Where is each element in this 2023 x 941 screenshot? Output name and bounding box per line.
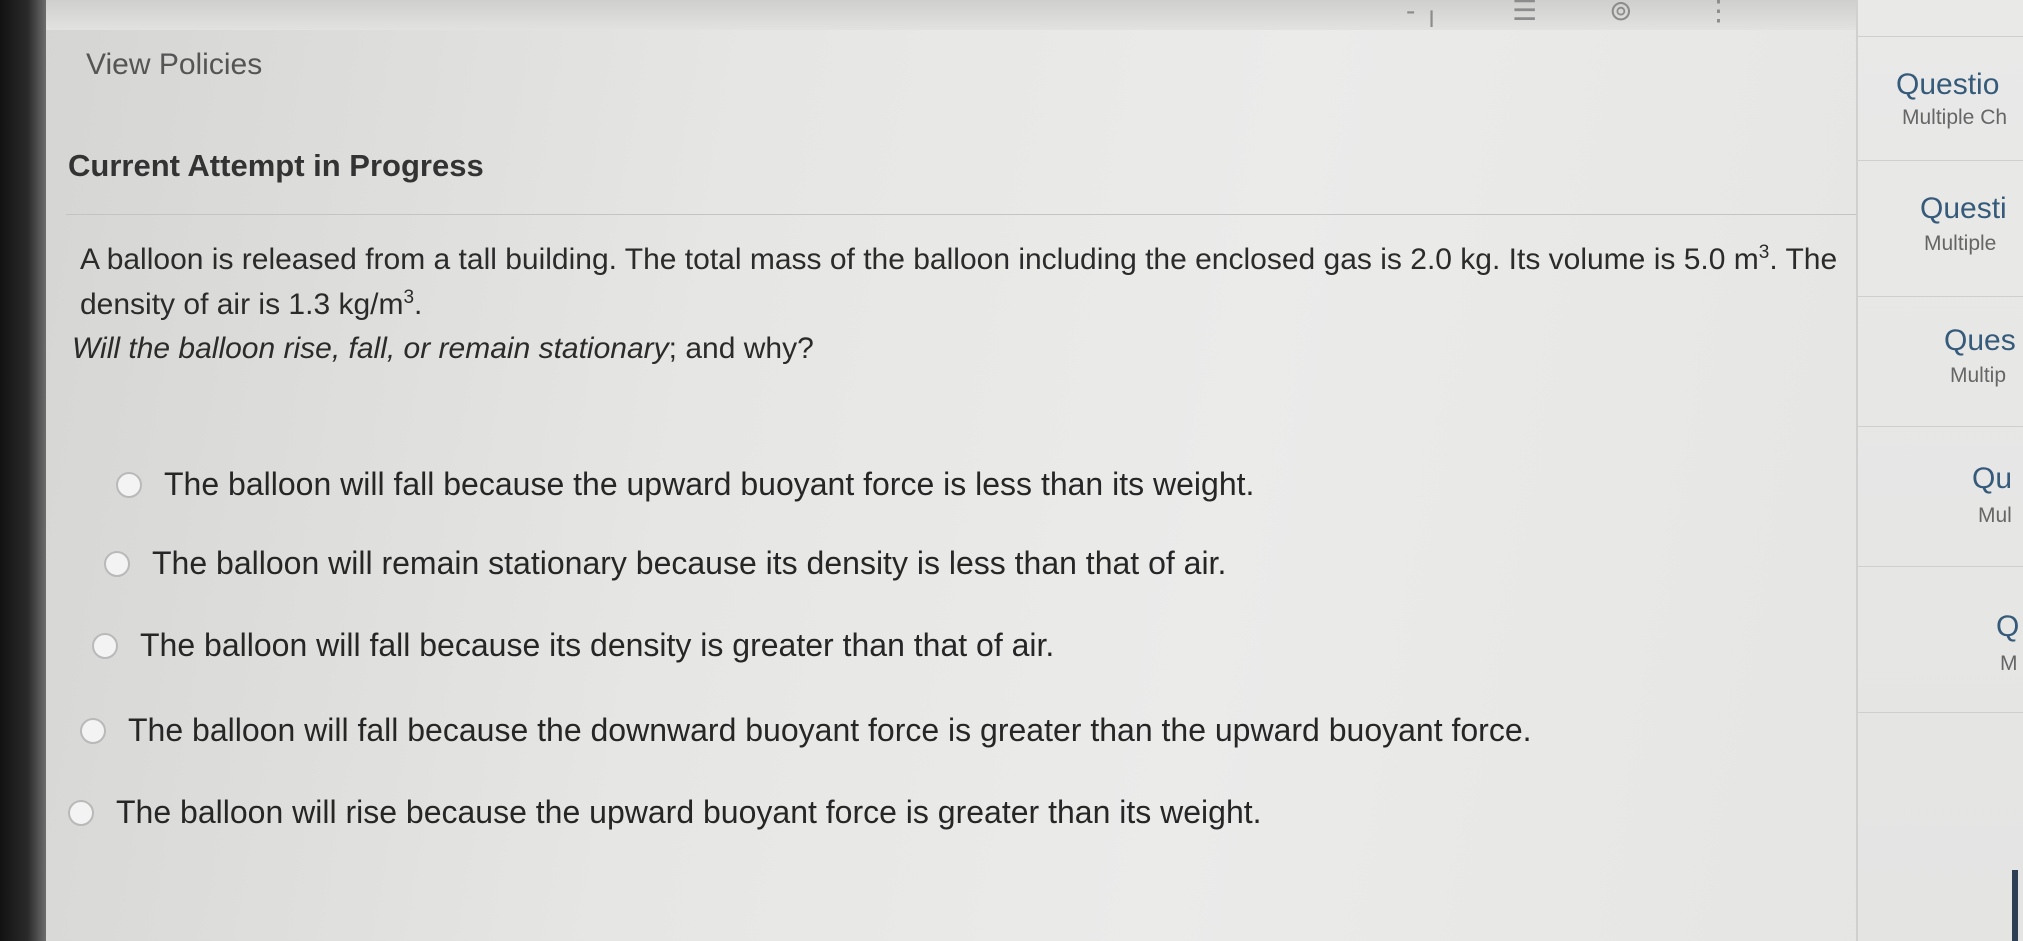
question-text: A balloon is released from a tall buildi… [80, 234, 1840, 324]
sidebar-divider [1858, 712, 2023, 713]
answer-option-3[interactable]: The balloon will fall because its densit… [92, 627, 1054, 664]
radio-button[interactable] [80, 717, 106, 744]
question-text-part3: . [414, 288, 423, 321]
radio-button[interactable] [92, 632, 118, 659]
sidebar-item-4-subtitle: Mul [1978, 504, 2012, 527]
answer-option-5[interactable]: The balloon will rise because the upward… [68, 794, 1262, 831]
more-icon[interactable]: ⋮ [1705, 0, 1733, 25]
sidebar-item-3-subtitle: Multip [1950, 364, 2007, 387]
view-policies-link[interactable]: View Policies [86, 48, 262, 82]
sidebar-item-4-title[interactable]: Qu [1972, 462, 2012, 496]
radio-button[interactable] [116, 471, 142, 498]
sidebar-item-3-title[interactable]: Ques [1944, 324, 2016, 358]
sidebar-divider [1858, 426, 2023, 427]
answer-option-label: The balloon will fall because the downwa… [128, 712, 1532, 748]
sidebar-item-2-subtitle: Multiple [1924, 232, 1997, 255]
sidebar-divider [1858, 160, 2023, 161]
question-prompt: Will the balloon rise, fall, or remain s… [72, 332, 814, 366]
question-prompt-rest: ; and why? [668, 332, 814, 365]
attachment-icon[interactable]: ⊚ [1609, 0, 1632, 25]
sidebar-divider [1858, 566, 2023, 567]
question-prompt-italic: Will the balloon rise, fall, or remain s… [72, 332, 669, 365]
sidebar-item-5-subtitle: M [2000, 652, 2018, 675]
radio-button[interactable] [68, 799, 94, 826]
list-icon[interactable]: ☰ [1512, 0, 1537, 25]
divider [66, 214, 1866, 215]
scrollbar[interactable] [2012, 870, 2018, 941]
radio-button[interactable] [104, 550, 130, 577]
question-superscript-1: 3 [1758, 242, 1770, 263]
answer-option-label: The balloon will fall because the upward… [164, 466, 1255, 502]
answer-option-4[interactable]: The balloon will fall because the downwa… [80, 712, 1532, 749]
answer-option-2[interactable]: The balloon will remain stationary becau… [104, 545, 1226, 582]
answer-option-label: The balloon will remain stationary becau… [152, 545, 1227, 581]
sidebar-item-5-title[interactable]: Q [1996, 610, 2019, 644]
answer-option-label: The balloon will rise because the upward… [116, 794, 1262, 830]
question-text-part1: A balloon is released from a tall buildi… [80, 243, 1759, 276]
sidebar-item-2-title[interactable]: Questi [1920, 192, 2007, 226]
answer-option-label: The balloon will fall because its densit… [140, 627, 1055, 663]
screen-bezel [0, 0, 46, 941]
sidebar-item-1-title[interactable]: Questio [1896, 68, 1999, 102]
sidebar-divider [1858, 36, 2023, 37]
main-content: - ╷ ☰ ⊚ ⋮ View Policies Current Attempt … [46, 0, 1866, 941]
minus-icon[interactable]: - ╷ [1406, 0, 1440, 25]
question-sidebar: Questio Multiple Ch Questi Multiple Ques… [1856, 0, 2023, 941]
sidebar-divider [1858, 296, 2023, 297]
attempt-title: Current Attempt in Progress [68, 148, 484, 183]
answer-option-1[interactable]: The balloon will fall because the upward… [116, 466, 1254, 503]
question-superscript-2: 3 [403, 287, 415, 308]
sidebar-item-1-subtitle: Multiple Ch [1902, 106, 2008, 129]
toolbar: - ╷ ☰ ⊚ ⋮ [46, 0, 1856, 30]
